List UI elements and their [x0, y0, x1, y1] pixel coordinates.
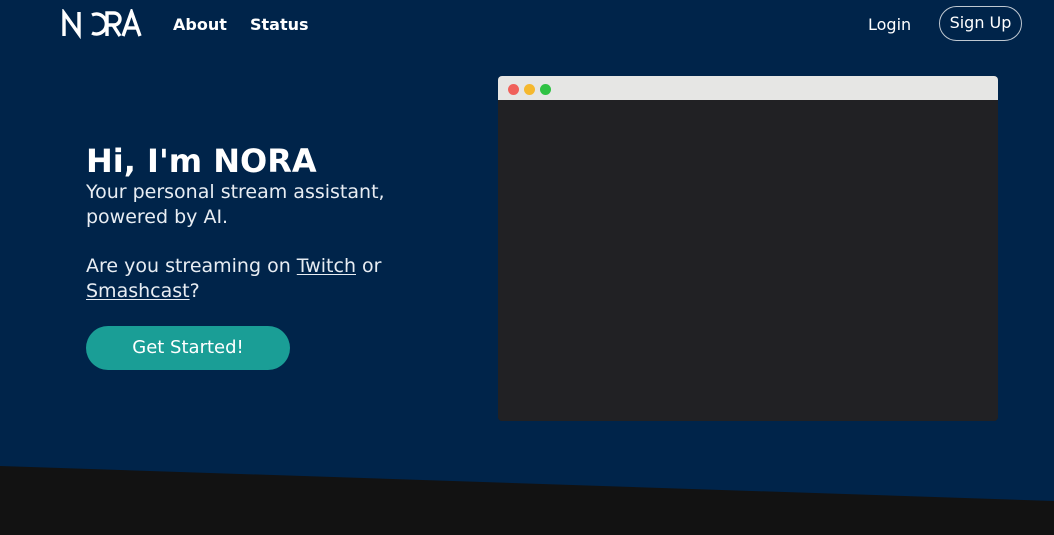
browser-mockup — [498, 76, 998, 421]
minimize-dot-icon — [524, 84, 535, 95]
maximize-dot-icon — [540, 84, 551, 95]
nav-about-link[interactable]: About — [173, 14, 227, 36]
browser-content-area — [498, 100, 998, 421]
footer-section-edge — [0, 466, 1054, 535]
nora-logo-icon — [62, 6, 142, 40]
nav-status-link[interactable]: Status — [250, 14, 309, 36]
browser-title-bar — [498, 76, 998, 100]
hero-subtitle: Your personal stream assistant, powered … — [86, 181, 385, 228]
platform-question: Are you streaming on Twitch or Smashcast? — [86, 254, 406, 304]
signup-button[interactable]: Sign Up — [939, 6, 1022, 41]
smashcast-link[interactable]: Smashcast — [86, 280, 190, 302]
question-suffix: ? — [189, 280, 200, 302]
login-link[interactable]: Login — [868, 14, 911, 36]
hero-title: Hi, I'm NORA — [86, 142, 317, 180]
question-mid: or — [356, 255, 382, 277]
question-prefix: Are you streaming on — [86, 255, 297, 277]
twitch-link[interactable]: Twitch — [297, 255, 356, 277]
nora-logo[interactable] — [62, 6, 142, 40]
get-started-button[interactable]: Get Started! — [86, 326, 290, 370]
close-dot-icon — [508, 84, 519, 95]
